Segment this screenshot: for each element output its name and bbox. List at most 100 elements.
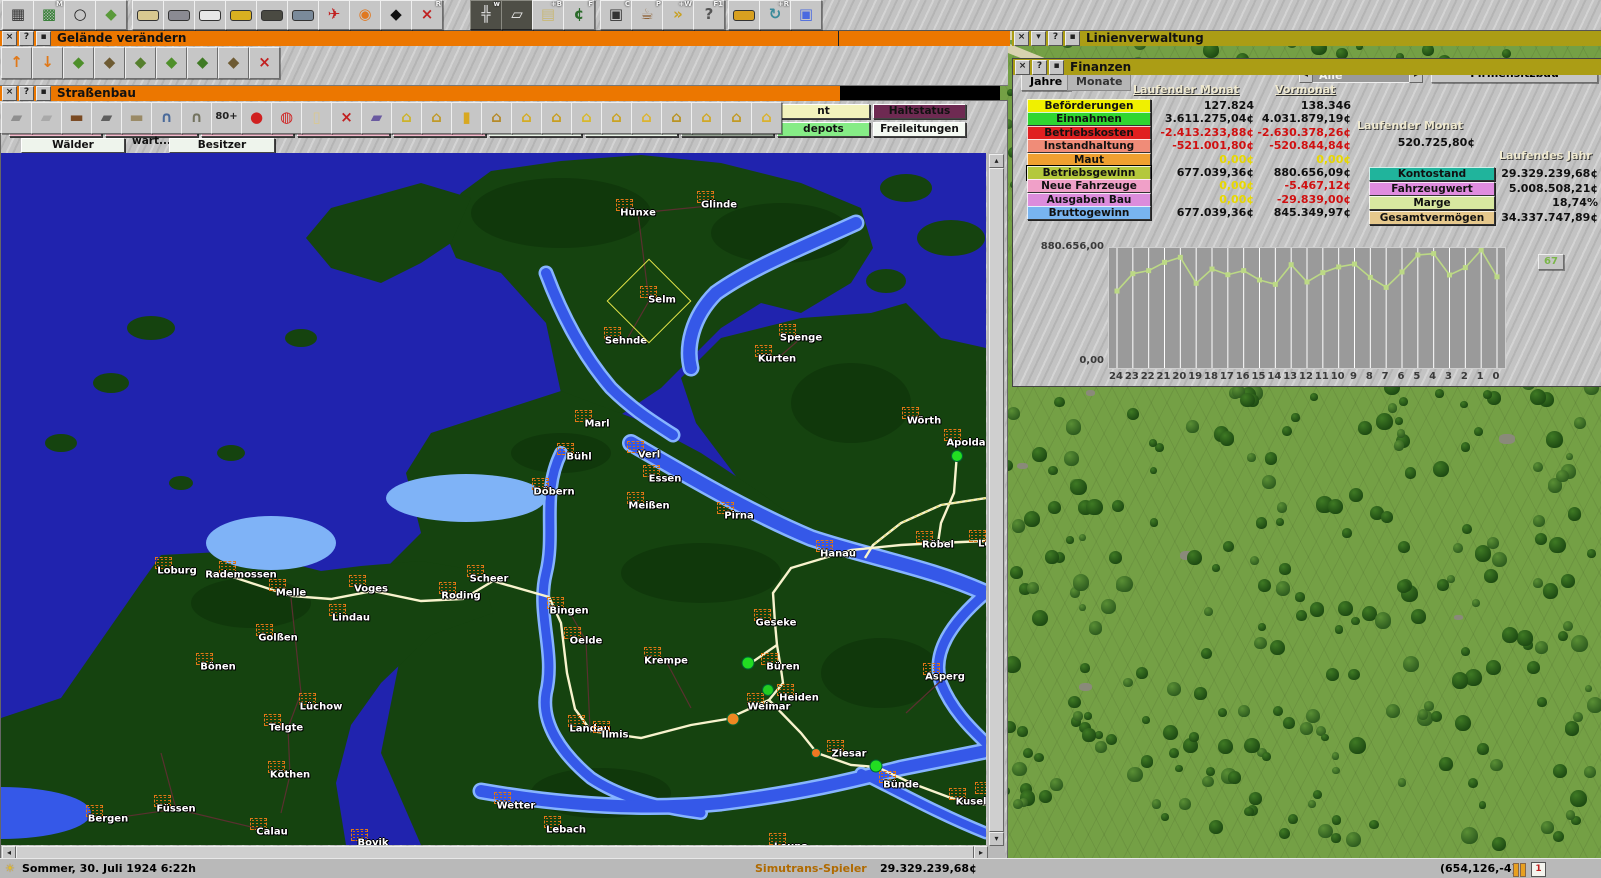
toolbar-button-network-view[interactable]: ╬w: [470, 0, 502, 30]
tool-elevated-way[interactable]: ▰: [361, 102, 392, 134]
tool-station-4[interactable]: ⌂: [601, 102, 632, 134]
toolbar-button-pause[interactable]: ☕P: [631, 0, 663, 30]
toolbar-button-terrain[interactable]: ◆: [95, 0, 127, 30]
pin-icon[interactable]: ▪: [36, 31, 51, 46]
finance-row-einnahmen[interactable]: Einnahmen: [1027, 112, 1151, 126]
scroll-down-arrow[interactable]: ▾: [989, 832, 1004, 846]
tool-bus-stop[interactable]: ⌂: [391, 102, 422, 134]
tool-road-paved[interactable]: ▰: [31, 102, 62, 134]
tool-underpass[interactable]: ∩: [181, 102, 212, 134]
toolbar-button-finances[interactable]: ¢F: [563, 0, 595, 30]
tool-road-gravel[interactable]: ▰: [1, 102, 32, 134]
tool-signpost[interactable]: ▯: [301, 102, 332, 134]
toolbar-button-tram-tools[interactable]: [225, 0, 257, 30]
toolbar-button-rail-tools[interactable]: [163, 0, 195, 30]
tool-lower-terrain[interactable]: ↓: [32, 47, 63, 79]
tool-slope-tool-5[interactable]: ◆: [187, 47, 218, 79]
tool-city-road[interactable]: ▰: [91, 102, 122, 134]
close-icon[interactable]: ×: [1014, 31, 1029, 46]
tool-slope-tool-4[interactable]: ◆: [156, 47, 187, 79]
help-icon[interactable]: ?: [1032, 60, 1047, 75]
scroll-up-arrow[interactable]: ▴: [989, 154, 1004, 168]
toolbar-button-map[interactable]: ▩M: [33, 0, 65, 30]
tool-slope-tool-6[interactable]: ◆: [218, 47, 249, 79]
tool-remove-tool[interactable]: ×: [249, 47, 280, 79]
tool-slope-tool-1[interactable]: ◆: [63, 47, 94, 79]
toolbar-button-window-manager[interactable]: ▣: [790, 0, 822, 30]
toolbar-button-special-tools[interactable]: ◉: [349, 0, 381, 30]
collapse-icon[interactable]: ▾: [1031, 31, 1046, 46]
finance-row-ausgaben-bau[interactable]: Ausgaben Bau: [1027, 193, 1151, 207]
toolbar-button-ship-tools[interactable]: [132, 0, 164, 30]
finance-year-row-marge[interactable]: Marge: [1369, 196, 1495, 210]
tool-no-entry-sign[interactable]: ●: [241, 102, 272, 134]
minimap-canvas[interactable]: HünxeGlindeSelmSehndeSpengeKürtenWörthAp…: [1, 153, 986, 845]
toolbar-button-messages[interactable]: ▤+B: [532, 0, 564, 30]
finance-row-neue-fahrzeuge[interactable]: Neue Fahrzeuge: [1027, 179, 1151, 193]
map-filter-freileitungen[interactable]: Freileitungen: [873, 122, 966, 137]
tab-monate[interactable]: Monate: [1067, 73, 1131, 91]
road-building-titlebar[interactable]: ×?▪ Straßenbau: [0, 85, 840, 101]
timeline-icon[interactable]: [1520, 863, 1526, 877]
finance-row-betriebsgewinn[interactable]: Betriebsgewinn: [1027, 166, 1151, 180]
scroll-thumb[interactable]: [989, 168, 1004, 832]
toolbar-button-screenshot[interactable]: ▣C: [600, 0, 632, 30]
tool-bus-depot[interactable]: ⌂: [691, 102, 722, 134]
toolbar-button-window-list[interactable]: ▱: [501, 0, 533, 30]
finance-row-bruttogewinn[interactable]: Bruttogewinn: [1027, 206, 1151, 220]
tool-tram-depot[interactable]: ⌂: [721, 102, 752, 134]
tab-jahre[interactable]: Jahre: [1021, 73, 1071, 91]
tool-stone-bridge[interactable]: ▬: [121, 102, 152, 134]
toolbar-button-traffic[interactable]: [728, 0, 760, 30]
finance-year-row-gesamtvermögen[interactable]: Gesamtvermögen: [1369, 211, 1495, 225]
finance-row-betriebskosten[interactable]: Betriebskosten: [1027, 126, 1151, 140]
toolbar-button-monorail-tools[interactable]: [194, 0, 226, 30]
line-management-titlebar[interactable]: ×▾?▪ Linienverwaltung: [1012, 30, 1601, 46]
finance-year-row-fahrzeugwert[interactable]: Fahrzeugwert: [1369, 182, 1495, 196]
toolbar-button-remove[interactable]: ×R: [411, 0, 443, 30]
tool-station-2[interactable]: ⌂: [541, 102, 572, 134]
finance-row-instandhaltung[interactable]: Instandhaltung: [1027, 139, 1151, 153]
toolbar-button-remove-land[interactable]: ◆: [380, 0, 412, 30]
finance-row-maut[interactable]: Maut: [1027, 153, 1151, 167]
close-icon[interactable]: ×: [2, 86, 17, 101]
calendar-icon[interactable]: 1: [1531, 862, 1546, 877]
tool-slope-tool-2[interactable]: ◆: [94, 47, 125, 79]
toolbar-button-rotate-view[interactable]: ↻+R: [759, 0, 791, 30]
help-icon[interactable]: ?: [19, 86, 34, 101]
tool-wooden-bridge[interactable]: ▬: [61, 102, 92, 134]
toolbar-button-magnifier[interactable]: ○: [64, 0, 96, 30]
tool-raise-terrain[interactable]: ↑: [1, 47, 32, 79]
tool-slope-tool-3[interactable]: ◆: [125, 47, 156, 79]
tool-road-depot[interactable]: ⌂: [751, 102, 782, 134]
toolbar-button-fast-forward[interactable]: »+W: [662, 0, 694, 30]
tool-station-5[interactable]: ⌂: [631, 102, 662, 134]
tool-station-1[interactable]: ⌂: [511, 102, 542, 134]
toolbar-button-save[interactable]: ▦: [2, 0, 34, 30]
tool-tram-stop[interactable]: ⌂: [421, 102, 452, 134]
toolbar-button-help[interactable]: ?F1: [693, 0, 725, 30]
toolbar-button-air-tools[interactable]: ✈: [318, 0, 350, 30]
pin-icon[interactable]: ▪: [1049, 60, 1064, 75]
pin-icon[interactable]: ▪: [1065, 31, 1080, 46]
tool-tunnel[interactable]: ∩: [151, 102, 182, 134]
map-filter-besitzer[interactable]: Besitzer: [169, 138, 275, 153]
tool-station-3[interactable]: ⌂: [571, 102, 602, 134]
toolbar-button-road-tools[interactable]: [256, 0, 288, 30]
terrain-titlebar[interactable]: ×?▪ Gelände verändern: [0, 30, 1010, 46]
map-filter-haltstatus[interactable]: Haltstatus: [873, 104, 966, 119]
finances-titlebar[interactable]: ×?▪ Finanzen: [1013, 59, 1601, 75]
help-icon[interactable]: ?: [19, 31, 34, 46]
map-vertical-scrollbar[interactable]: ▴ ▾: [987, 153, 1005, 859]
map-filter-wälder[interactable]: Wälder: [21, 138, 125, 153]
tool-speed-limit-sign[interactable]: 80+: [211, 102, 242, 134]
tool-remove-road[interactable]: ×: [331, 102, 362, 134]
close-icon[interactable]: ×: [2, 31, 17, 46]
timeline-icon[interactable]: [1513, 863, 1519, 877]
finance-row-bef-rderungen[interactable]: Beförderungen: [1027, 99, 1151, 113]
tool-truck-stop[interactable]: ⌂: [481, 102, 512, 134]
tool-loading-bay[interactable]: ▮: [451, 102, 482, 134]
pin-icon[interactable]: ▪: [36, 86, 51, 101]
tool-freight-depot[interactable]: ⌂: [661, 102, 692, 134]
close-icon[interactable]: ×: [1015, 60, 1030, 75]
